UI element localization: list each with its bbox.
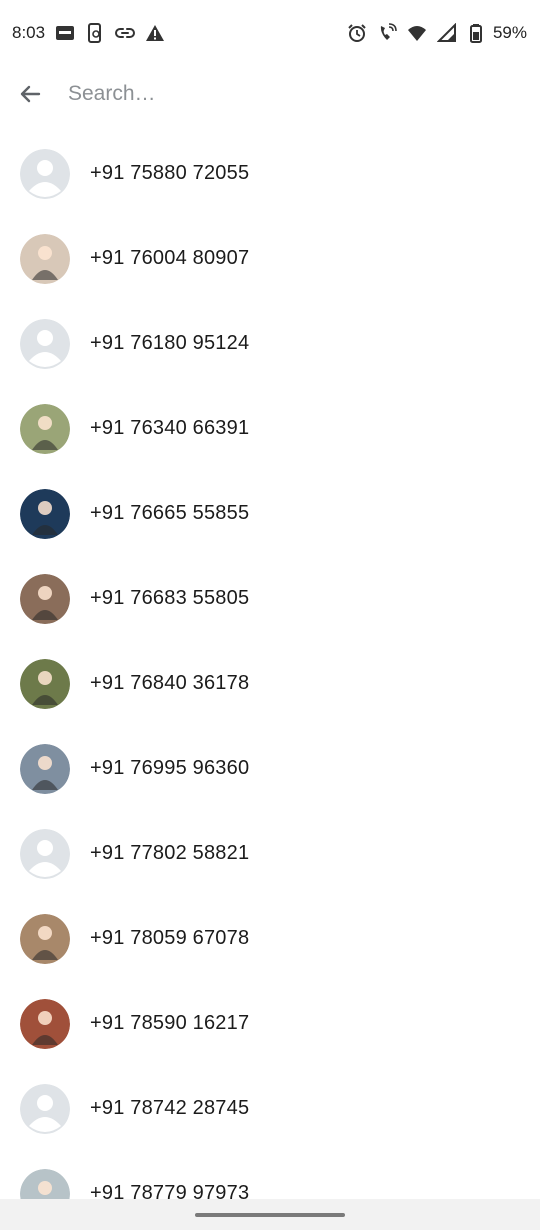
contact-photo-avatar: [20, 403, 70, 454]
contact-phone-number: +91 76683 55805: [90, 587, 250, 609]
arrow-left-icon: [20, 85, 41, 103]
contact-list: +91 75880 72055 +91 76004 80907 +91 76180 …: [0, 131, 540, 1199]
contact-row[interactable]: +91 76840 36178: [0, 641, 540, 726]
search-input[interactable]: [68, 82, 488, 106]
contact-photo-avatar: [20, 913, 70, 964]
alarm-icon: [347, 23, 367, 43]
warning-icon: [145, 23, 165, 43]
contact-row[interactable]: +91 76340 66391: [0, 386, 540, 471]
default-avatar-icon: [20, 1083, 70, 1134]
battery-percentage: 59%: [492, 23, 527, 42]
contact-row[interactable]: +91 78059 67078: [0, 896, 540, 981]
search-bar: [0, 66, 540, 122]
contact-phone-number: +91 76180 95124: [90, 332, 250, 354]
contact-phone-number: +91 75880 72055: [90, 162, 250, 184]
contact-phone-number: +91 76995 96360: [90, 757, 250, 779]
wifi-icon: [407, 23, 427, 43]
contact-row[interactable]: +91 75880 72055: [0, 131, 540, 216]
back-button[interactable]: [0, 66, 60, 122]
status-bar-left: 8:03: [12, 23, 165, 43]
contact-row[interactable]: +91 76004 80907: [0, 216, 540, 301]
contact-photo-avatar: [20, 488, 70, 539]
status-bar: 8:03 59%: [0, 0, 540, 66]
default-avatar-icon: [20, 828, 70, 879]
contact-photo-avatar: [20, 1168, 70, 1199]
contact-photo-avatar: [20, 998, 70, 1049]
cellular-signal-icon: [436, 23, 457, 43]
contact-photo-avatar: [20, 573, 70, 624]
status-bar-right: 59%: [347, 23, 527, 43]
contact-row[interactable]: +91 78779 97973: [0, 1151, 540, 1199]
contact-row[interactable]: +91 78742 28745: [0, 1066, 540, 1151]
navigation-bar: [0, 1199, 540, 1230]
contact-phone-number: +91 77802 58821: [90, 842, 250, 864]
phone-sync-icon: [85, 23, 105, 43]
contact-phone-number: +91 76340 66391: [90, 417, 250, 439]
default-avatar-icon: [20, 148, 70, 199]
news-app-icon: [55, 23, 75, 43]
contact-phone-number: +91 76004 80907: [90, 247, 250, 269]
contact-row[interactable]: +91 77802 58821: [0, 811, 540, 896]
contact-phone-number: +91 76665 55855: [90, 502, 250, 524]
default-avatar-icon: [20, 318, 70, 369]
contact-phone-number: +91 78059 67078: [90, 927, 250, 949]
contact-phone-number: +91 76840 36178: [90, 672, 250, 694]
contact-photo-avatar: [20, 743, 70, 794]
contact-photo-avatar: [20, 658, 70, 709]
wifi-calling-icon: [377, 23, 397, 43]
contact-row[interactable]: +91 76665 55855: [0, 471, 540, 556]
contact-phone-number: +91 78779 97973: [90, 1182, 250, 1199]
contact-phone-number: +91 78590 16217: [90, 1012, 250, 1034]
contact-row[interactable]: +91 76683 55805: [0, 556, 540, 641]
contact-photo-avatar: [20, 233, 70, 284]
link-icon: [115, 23, 136, 43]
battery-icon: [467, 23, 487, 43]
contact-phone-number: +91 78742 28745: [90, 1097, 250, 1119]
contact-row[interactable]: +91 78590 16217: [0, 981, 540, 1066]
contact-row[interactable]: +91 76180 95124: [0, 301, 540, 386]
status-time: 8:03: [12, 23, 46, 42]
home-gesture-handle[interactable]: [195, 1212, 345, 1217]
contact-row[interactable]: +91 76995 96360: [0, 726, 540, 811]
